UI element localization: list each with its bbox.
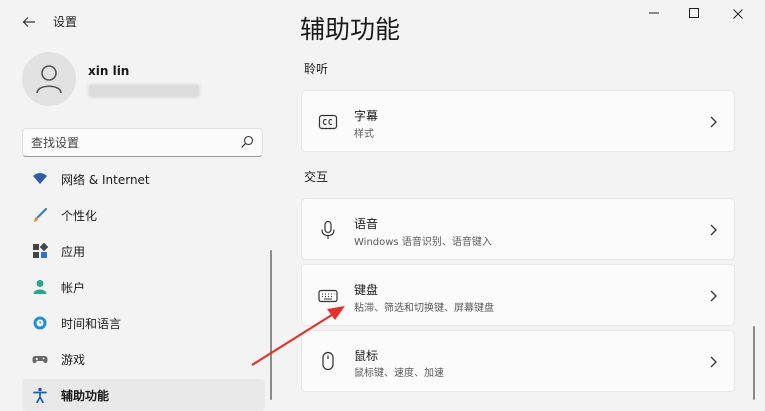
apps-icon bbox=[33, 243, 48, 258]
card-title: 字幕 bbox=[354, 109, 379, 123]
sidebar-item-gaming[interactable]: 游戏 bbox=[22, 343, 265, 375]
mouse-icon bbox=[322, 351, 334, 371]
page-title: 辅助功能 bbox=[300, 15, 401, 44]
section-header-hearing: 聆听 bbox=[304, 62, 329, 76]
search-input[interactable] bbox=[31, 134, 231, 151]
wifi-icon bbox=[33, 173, 47, 184]
sidebar-item-label: 应用 bbox=[61, 245, 86, 259]
close-button[interactable] bbox=[720, 5, 756, 27]
card-captions[interactable]: 字幕 样式 bbox=[301, 90, 735, 152]
gamepad-icon bbox=[32, 356, 48, 363]
sidebar-scrollbar[interactable] bbox=[270, 250, 272, 400]
sidebar-item-network[interactable]: 网络 & Internet bbox=[22, 163, 265, 195]
account-icon bbox=[33, 280, 47, 294]
close-icon bbox=[733, 9, 743, 19]
maximize-icon bbox=[689, 8, 699, 18]
maximize-button[interactable] bbox=[676, 5, 712, 27]
sidebar-item-time-language[interactable]: 时间和语言 bbox=[22, 307, 265, 339]
card-title: 键盘 bbox=[354, 283, 379, 297]
card-mouse[interactable]: 鼠标 鼠标键、速度、加速 bbox=[301, 330, 735, 392]
chevron-right-icon bbox=[710, 224, 717, 236]
user-avatar-icon bbox=[36, 65, 62, 94]
accessibility-icon bbox=[33, 387, 47, 403]
sidebar-item-accessibility[interactable]: 辅助功能 bbox=[22, 379, 265, 411]
search-box[interactable] bbox=[22, 128, 263, 157]
globe-clock-icon bbox=[33, 316, 47, 330]
settings-window: 设置 xin lin 查找设置 网络 & Internet 个性化 应用 帐户 … bbox=[0, 0, 765, 411]
search-icon[interactable] bbox=[240, 135, 254, 149]
minimize-icon bbox=[649, 12, 659, 14]
section-header-interaction: 交互 bbox=[304, 170, 329, 184]
card-subtitle: 粘滞、筛选和切换键、屏幕键盘 bbox=[354, 303, 494, 314]
content-scrollbar[interactable] bbox=[753, 326, 755, 400]
brush-icon bbox=[33, 207, 48, 222]
chevron-right-icon bbox=[710, 356, 717, 368]
microphone-icon bbox=[321, 220, 335, 239]
user-name: xin lin bbox=[88, 64, 130, 78]
sidebar-item-label: 帐户 bbox=[61, 281, 86, 295]
sidebar-item-label: 网络 & Internet bbox=[61, 173, 150, 187]
card-subtitle: 样式 bbox=[354, 129, 374, 140]
sidebar-item-accounts[interactable]: 帐户 bbox=[22, 271, 265, 303]
minimize-button[interactable] bbox=[636, 5, 672, 27]
sidebar-item-personalization[interactable]: 个性化 bbox=[22, 199, 265, 231]
card-subtitle: 鼠标键、速度、加速 bbox=[354, 368, 444, 379]
app-title: 设置 bbox=[53, 15, 78, 29]
card-speech[interactable]: 语音 Windows 语音识别、语音键入 bbox=[301, 198, 735, 260]
avatar[interactable] bbox=[22, 52, 76, 106]
keyboard-icon bbox=[318, 289, 338, 303]
sidebar-item-apps[interactable]: 应用 bbox=[22, 235, 265, 267]
cc-icon bbox=[318, 114, 338, 130]
back-button[interactable] bbox=[18, 11, 40, 33]
card-subtitle: Windows 语音识别、语音键入 bbox=[354, 237, 492, 248]
card-keyboard[interactable]: 键盘 粘滞、筛选和切换键、屏幕键盘 bbox=[301, 264, 735, 326]
chevron-right-icon bbox=[710, 116, 717, 128]
sidebar-item-label: 辅助功能 bbox=[61, 389, 110, 403]
sidebar-item-label: 时间和语言 bbox=[61, 317, 122, 331]
back-arrow-icon bbox=[22, 17, 35, 27]
card-title: 鼠标 bbox=[354, 349, 379, 363]
card-title: 语音 bbox=[354, 217, 379, 231]
sidebar-item-label: 个性化 bbox=[61, 209, 98, 223]
user-email-redacted bbox=[88, 84, 200, 98]
chevron-right-icon bbox=[710, 290, 717, 302]
sidebar-item-label: 游戏 bbox=[61, 353, 86, 367]
